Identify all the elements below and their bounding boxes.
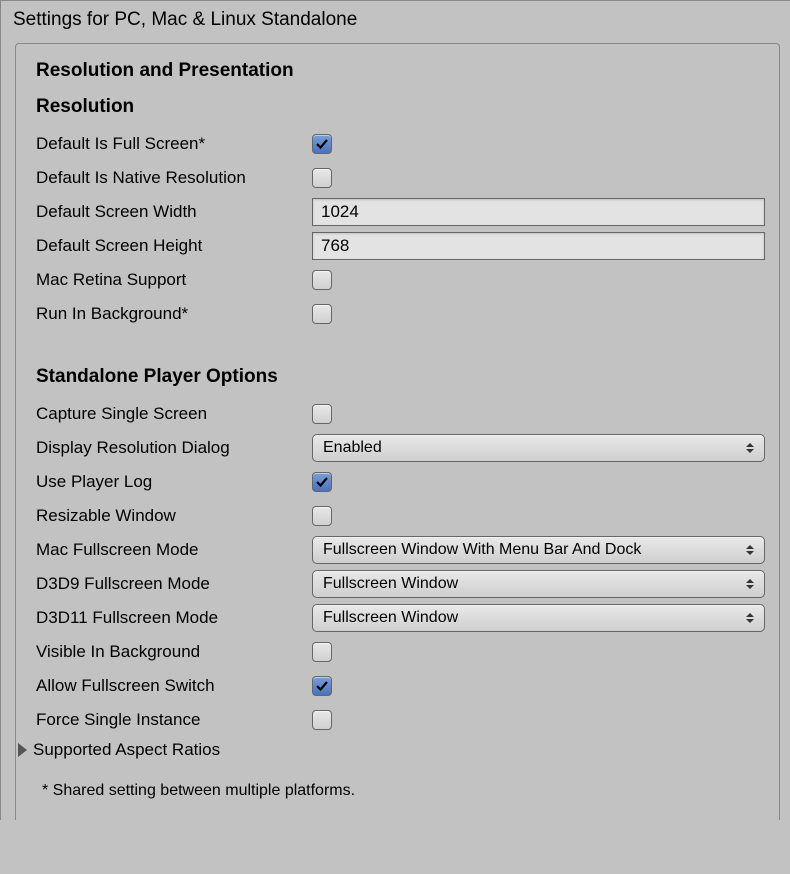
use-player-log-checkbox[interactable] [312,472,332,492]
check-icon [315,137,329,151]
allow-fullscreen-switch-checkbox[interactable] [312,676,332,696]
default-fullscreen-checkbox[interactable] [312,134,332,154]
mac-retina-row: Mac Retina Support [34,266,765,294]
visible-in-background-label: Visible In Background [34,642,312,662]
d3d9-fullscreen-value: Fullscreen Window [323,575,458,593]
shared-setting-footnote: * Shared setting between multiple platfo… [42,782,765,800]
default-width-label: Default Screen Width [34,202,312,222]
updown-icon [746,610,756,626]
allow-fullscreen-switch-row: Allow Fullscreen Switch [34,672,765,700]
default-fullscreen-label: Default Is Full Screen* [34,134,312,154]
d3d11-fullscreen-label: D3D11 Fullscreen Mode [34,608,312,628]
run-in-background-checkbox[interactable] [312,304,332,324]
supported-aspect-ratios-foldout[interactable]: Supported Aspect Ratios [18,740,765,760]
triangle-right-icon [18,743,27,757]
visible-in-background-checkbox[interactable] [312,642,332,662]
d3d11-fullscreen-row: D3D11 Fullscreen Mode Fullscreen Window [34,604,765,632]
capture-single-label: Capture Single Screen [34,404,312,424]
resizable-window-label: Resizable Window [34,506,312,526]
default-native-res-checkbox[interactable] [312,168,332,188]
settings-panel: Settings for PC, Mac & Linux Standalone … [0,0,790,820]
default-height-input[interactable] [312,232,765,260]
default-native-res-row: Default Is Native Resolution [34,164,765,192]
mac-retina-checkbox[interactable] [312,270,332,290]
updown-icon [746,576,756,592]
display-dialog-label: Display Resolution Dialog [34,438,312,458]
section-title: Resolution and Presentation [34,60,765,82]
d3d9-fullscreen-select[interactable]: Fullscreen Window [312,570,765,598]
supported-aspect-ratios-label: Supported Aspect Ratios [33,740,220,760]
capture-single-checkbox[interactable] [312,404,332,424]
run-in-background-row: Run In Background* [34,300,765,328]
mac-retina-label: Mac Retina Support [34,270,312,290]
default-height-label: Default Screen Height [34,236,312,256]
run-in-background-label: Run In Background* [34,304,312,324]
mac-fullscreen-row: Mac Fullscreen Mode Fullscreen Window Wi… [34,536,765,564]
check-icon [315,679,329,693]
d3d9-fullscreen-row: D3D9 Fullscreen Mode Fullscreen Window [34,570,765,598]
force-single-instance-row: Force Single Instance [34,706,765,734]
force-single-instance-label: Force Single Instance [34,710,312,730]
resizable-window-row: Resizable Window [34,502,765,530]
d3d9-fullscreen-label: D3D9 Fullscreen Mode [34,574,312,594]
mac-fullscreen-select[interactable]: Fullscreen Window With Menu Bar And Dock [312,536,765,564]
use-player-log-row: Use Player Log [34,468,765,496]
default-width-input[interactable] [312,198,765,226]
check-icon [315,475,329,489]
mac-fullscreen-label: Mac Fullscreen Mode [34,540,312,560]
display-dialog-value: Enabled [323,439,382,457]
default-width-row: Default Screen Width [34,198,765,226]
default-fullscreen-row: Default Is Full Screen* [34,130,765,158]
force-single-instance-checkbox[interactable] [312,710,332,730]
resolution-presentation-section: Resolution and Presentation Resolution D… [15,43,780,820]
mac-fullscreen-value: Fullscreen Window With Menu Bar And Dock [323,541,641,559]
default-native-res-label: Default Is Native Resolution [34,168,312,188]
resolution-heading: Resolution [36,96,765,118]
resizable-window-checkbox[interactable] [312,506,332,526]
display-dialog-row: Display Resolution Dialog Enabled [34,434,765,462]
display-dialog-select[interactable]: Enabled [312,434,765,462]
use-player-log-label: Use Player Log [34,472,312,492]
standalone-heading: Standalone Player Options [36,366,765,388]
updown-icon [746,542,756,558]
capture-single-row: Capture Single Screen [34,400,765,428]
d3d11-fullscreen-select[interactable]: Fullscreen Window [312,604,765,632]
default-height-row: Default Screen Height [34,232,765,260]
updown-icon [746,440,756,456]
allow-fullscreen-switch-label: Allow Fullscreen Switch [34,676,312,696]
panel-title: Settings for PC, Mac & Linux Standalone [1,1,790,43]
visible-in-background-row: Visible In Background [34,638,765,666]
d3d11-fullscreen-value: Fullscreen Window [323,609,458,627]
